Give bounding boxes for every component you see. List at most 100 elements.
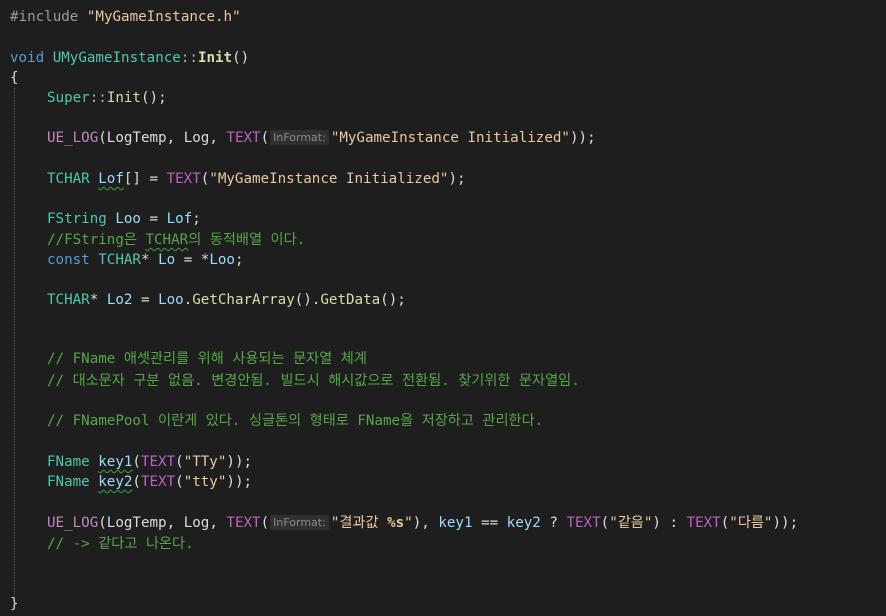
code-token: ,	[166, 130, 184, 146]
code-token: *	[89, 292, 107, 308]
macro-name: TEXT	[566, 515, 601, 531]
code-line[interactable]: TCHAR* Lo2 = Loo.GetCharArray().GetData(…	[47, 290, 406, 310]
identifier-token: key2	[98, 474, 133, 490]
type-name: Super	[47, 90, 90, 106]
macro-name: UE_LOG	[47, 130, 99, 146]
code-token: (	[260, 515, 270, 531]
identifier-token: Lof	[166, 211, 193, 227]
type-name: TCHAR	[98, 252, 141, 268]
code-token: }	[10, 596, 19, 612]
comment-text: // 대소문자 구분 없음. 변경안됨. 빌드시 해시값으로 전환됨. 찾기위한…	[47, 373, 580, 389]
identifier-token: Lo	[158, 252, 176, 268]
code-line[interactable]: // FName 애셋관리를 위해 사용되는 문자열 체계	[47, 349, 367, 369]
type-name: FString	[47, 211, 116, 227]
identifier-token: Loo	[115, 211, 141, 227]
code-token: ();	[380, 292, 406, 308]
code-line[interactable]: TCHAR Lof[] = TEXT("MyGameInstance Initi…	[47, 169, 466, 189]
code-token: =	[132, 292, 159, 308]
code-token: Log	[183, 515, 210, 531]
macro-name: TEXT	[226, 130, 261, 146]
string-literal: "MyGameInstance.h"	[86, 9, 241, 25]
comment-text: TCHAR	[145, 232, 189, 248]
code-token: ();	[140, 90, 167, 106]
code-line[interactable]: Super::Init();	[47, 88, 167, 108]
code-token: LogTemp	[106, 130, 167, 146]
function-name: GetCharArray	[192, 292, 295, 308]
code-token: (	[132, 454, 141, 470]
code-line[interactable]: // FNamePool 이란게 있다. 싱글톤의 형태로 FName을 저장하…	[47, 411, 543, 431]
string-literal: "TTy"	[183, 454, 227, 470]
code-line[interactable]: FName key1(TEXT("TTy"));	[47, 452, 252, 472]
code-line[interactable]: // -> 같다고 나온다.	[47, 534, 194, 554]
code-editor[interactable]: #include "MyGameInstance.h" void UMyGame…	[0, 0, 886, 616]
code-line[interactable]: //FString은 TCHAR의 동적배열 이다.	[47, 230, 305, 250]
type-name: FName	[47, 454, 99, 470]
macro-name: TEXT	[686, 515, 721, 531]
string-literal: "	[404, 515, 413, 531]
comment-text: 의 동적배열 이다.	[188, 232, 306, 248]
code-token: );	[448, 171, 466, 187]
code-token: ) :	[652, 515, 687, 531]
code-line[interactable]: UE_LOG(LogTemp, Log, TEXT(InFormat: "결과값 …	[47, 513, 798, 533]
string-literal: "tty"	[183, 474, 227, 490]
code-line[interactable]: {	[10, 68, 19, 88]
function-name: Init	[106, 90, 141, 106]
comment-text: //FString은	[47, 232, 146, 248]
code-token: {	[10, 70, 19, 86]
identifier-token: Loo	[158, 292, 184, 308]
code-token: ,	[209, 130, 227, 146]
code-token: (	[98, 515, 107, 531]
code-token: ;	[192, 211, 201, 227]
format-specifier: %s	[387, 515, 405, 531]
code-token: (	[132, 474, 141, 490]
comment-text: // FNamePool 이란게 있다. 싱글톤의 형태로 FName을 저장하…	[47, 413, 544, 429]
code-line[interactable]: UE_LOG(LogTemp, Log, TEXT(InFormat: "MyGa…	[47, 128, 596, 148]
code-token: ?	[540, 515, 567, 531]
identifier-token: Lof	[98, 171, 124, 187]
type-name: TCHAR	[47, 292, 90, 308]
code-line[interactable]: const TCHAR* Lo = *Loo;	[47, 250, 244, 270]
code-line[interactable]: #include "MyGameInstance.h"	[10, 7, 241, 27]
code-token: ().	[294, 292, 321, 308]
code-token: (	[720, 515, 730, 531]
string-literal: "같음"	[609, 515, 653, 531]
comment-text: // -> 같다고 나온다.	[47, 536, 194, 552]
code-line[interactable]: FString Loo = Lof;	[47, 209, 201, 229]
code-line[interactable]: }	[10, 594, 19, 614]
type-name: TCHAR	[47, 171, 99, 187]
code-token: ));	[772, 515, 799, 531]
code-line[interactable]: FName key2(TEXT("tty"));	[47, 472, 252, 492]
preprocessor-token: #include	[10, 9, 87, 25]
string-literal: "다름"	[729, 515, 773, 531]
code-token: (	[260, 130, 270, 146]
type-name: FName	[47, 474, 99, 490]
code-token: LogTemp	[106, 515, 167, 531]
code-token: ()	[232, 50, 250, 66]
code-token: (	[175, 474, 184, 490]
function-name: GetData	[320, 292, 381, 308]
string-literal: "MyGameInstance Initialized"	[330, 130, 570, 146]
identifier-token: Loo	[209, 252, 235, 268]
macro-name: TEXT	[226, 515, 261, 531]
code-token: =	[140, 211, 167, 227]
function-name: Init	[197, 50, 233, 66]
identifier-token: key2	[506, 515, 541, 531]
scope-operator: ::	[180, 50, 198, 66]
code-line[interactable]: // 대소문자 구분 없음. 변경안됨. 빌드시 해시값으로 전환됨. 찾기위한…	[47, 371, 580, 391]
code-token: (	[600, 515, 610, 531]
code-token: .	[183, 292, 193, 308]
string-literal: "MyGameInstance Initialized"	[209, 171, 449, 187]
code-token: (	[175, 454, 184, 470]
code-token: ));	[226, 454, 253, 470]
code-token: ;	[234, 252, 244, 268]
macro-name: TEXT	[166, 171, 201, 187]
identifier-token: key1	[438, 515, 473, 531]
identifier-token: Lo2	[106, 292, 133, 308]
code-token: ),	[412, 515, 439, 531]
code-line[interactable]: void UMyGameInstance::Init()	[10, 48, 249, 68]
type-name: UMyGameInstance	[52, 50, 181, 66]
code-token: Log	[183, 130, 210, 146]
inlay-hint: InFormat:	[270, 515, 329, 530]
keyword-token: void	[10, 50, 53, 66]
inlay-hint: InFormat:	[270, 130, 329, 145]
